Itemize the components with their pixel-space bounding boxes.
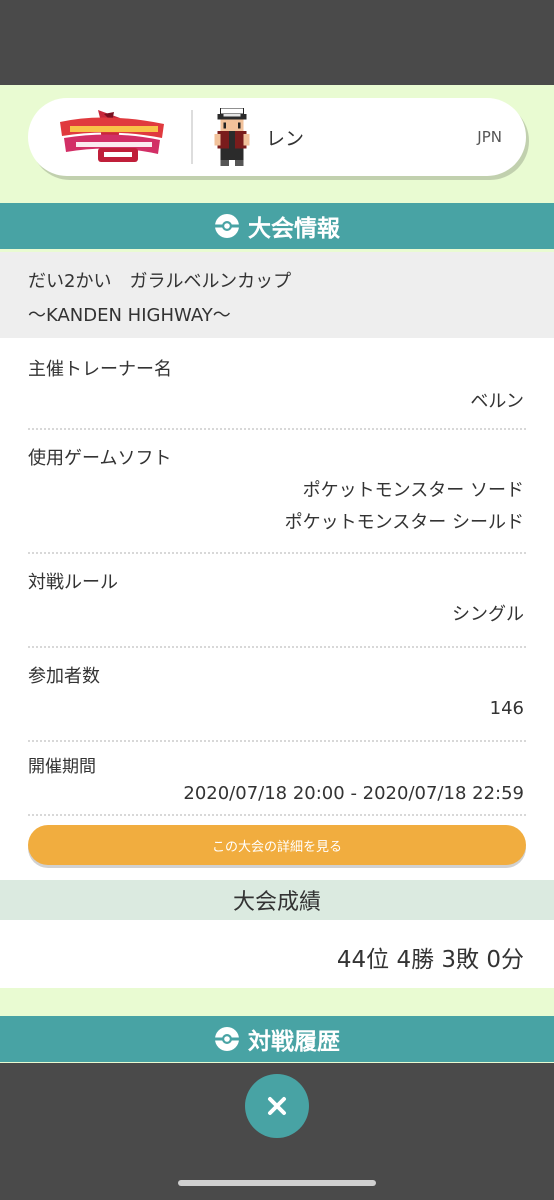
battle-rule-value: シングル bbox=[452, 604, 524, 625]
pokemon-shield-logo bbox=[60, 110, 164, 162]
tournament-name: だい2かい ガラルベルンカップ 〜KANDEN HIGHWAY〜 bbox=[0, 252, 554, 338]
trainer-avatar bbox=[214, 108, 250, 166]
tournament-name-line1: だい2かい ガラルベルンカップ bbox=[28, 271, 292, 292]
participants-value: 146 bbox=[489, 698, 524, 719]
battle-rule-label: 対戦ルール bbox=[28, 572, 118, 593]
battle-history-title: 対戦履歴 bbox=[248, 1029, 340, 1055]
trainer-name: レン bbox=[266, 128, 305, 150]
status-bar-area bbox=[0, 0, 554, 85]
pokeball-icon bbox=[215, 1027, 239, 1051]
period-row: 開催期間 2020/07/18 20:00 - 2020/07/18 22:59 bbox=[28, 740, 526, 816]
tournament-info-header: 大会情報 bbox=[0, 203, 554, 249]
participants-row: 参加者数 146 bbox=[28, 646, 526, 742]
period-value: 2020/07/18 20:00 - 2020/07/18 22:59 bbox=[183, 783, 524, 804]
home-indicator bbox=[178, 1180, 376, 1186]
game-software-row: 使用ゲームソフト ポケットモンスター ソード ポケットモンスター シールド bbox=[28, 428, 526, 554]
tournament-info-title: 大会情報 bbox=[248, 216, 340, 242]
battle-history-header[interactable]: 対戦履歴 bbox=[0, 1016, 554, 1062]
organizer-row: 主催トレーナー名 ベルン bbox=[28, 338, 526, 430]
card-divider bbox=[191, 110, 193, 164]
close-button[interactable] bbox=[245, 1074, 309, 1138]
period-label: 開催期間 bbox=[28, 757, 96, 777]
results-summary: 44位 4勝 3敗 0分 bbox=[336, 947, 524, 973]
game-software-label: 使用ゲームソフト bbox=[28, 448, 172, 469]
tournament-name-line2: 〜KANDEN HIGHWAY〜 bbox=[28, 305, 231, 326]
close-icon bbox=[268, 1097, 286, 1115]
results-header: 大会成績 bbox=[0, 880, 554, 920]
region-label: JPN bbox=[477, 128, 502, 146]
participants-label: 参加者数 bbox=[28, 666, 100, 687]
game-software-value: ポケットモンスター ソード ポケットモンスター シールド bbox=[284, 480, 524, 533]
profile-card: レン JPN bbox=[28, 98, 526, 176]
results-body: 44位 4勝 3敗 0分 bbox=[0, 920, 554, 988]
pokeball-icon bbox=[215, 214, 239, 238]
view-tournament-details-button[interactable]: この大会の詳細を見る bbox=[28, 825, 526, 865]
tournament-details: 主催トレーナー名 ベルン 使用ゲームソフト ポケットモンスター ソード ポケット… bbox=[0, 338, 554, 880]
organizer-label: 主催トレーナー名 bbox=[28, 359, 172, 380]
battle-rule-row: 対戦ルール シングル bbox=[28, 552, 526, 648]
tournament-page: レン JPN 大会情報 だい2かい ガラルベルンカップ 〜KANDEN HIGH… bbox=[0, 85, 554, 1063]
organizer-value: ベルン bbox=[470, 391, 524, 412]
